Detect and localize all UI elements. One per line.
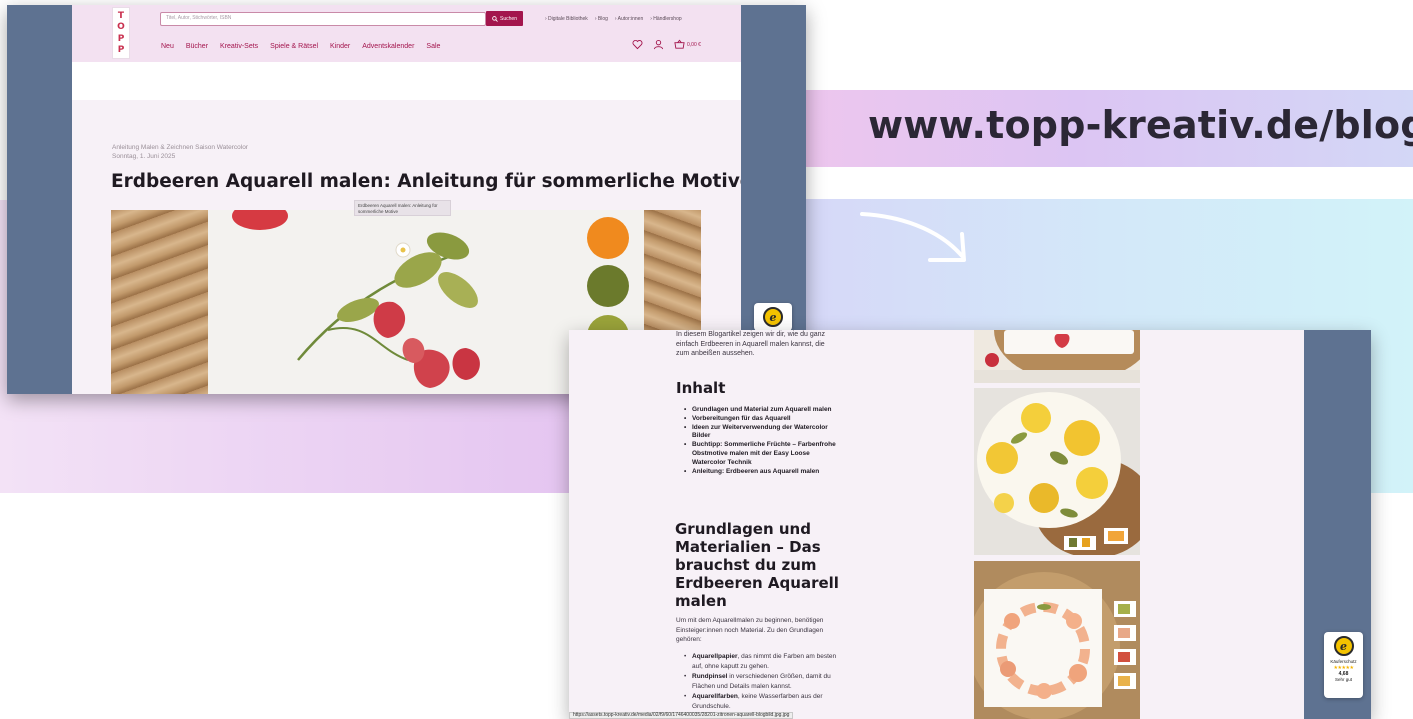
heart-icon[interactable] <box>632 39 643 50</box>
topp-logo[interactable]: T O P P <box>112 7 130 59</box>
material-term: Aquarellpapier <box>692 653 738 660</box>
section-heading: Grundlagen und Materialien – Das brauchs… <box>675 520 839 610</box>
article-image-lemons[interactable] <box>974 388 1140 555</box>
browser-page: In diesem Blogartikel zeigen wir dir, wi… <box>569 330 1304 719</box>
logo-letter: P <box>117 45 125 56</box>
top-link-dealer-shop[interactable]: › Händlershop <box>650 16 681 22</box>
post-date: Sonntag, 1. Juni 2025 <box>112 153 176 160</box>
stage: www.topp-kreativ.de/blog T O P P Titel, … <box>0 0 1413 719</box>
nav-item-spiele[interactable]: Spiele & Rätsel <box>270 43 318 50</box>
search-button-label: Suchen <box>500 15 517 22</box>
material-term: Aquarellfarben <box>692 693 738 700</box>
logo-letter: T <box>117 10 125 21</box>
cart-amount: 0,00 € <box>687 41 701 48</box>
lemon-plate-illustration <box>974 388 1140 555</box>
article-image-peaches[interactable] <box>974 561 1140 719</box>
toc-item[interactable]: Anleitung: Erdbeeren aus Aquarell malen <box>684 468 844 477</box>
trusted-shops-badge[interactable]: e <box>754 303 792 331</box>
header-icons: 0,00 € <box>632 39 701 50</box>
list-item: Rundpinsel in verschiedenen Größen, dami… <box>684 672 844 691</box>
table-of-contents: Grundlagen und Material zum Aquarell mal… <box>684 406 844 476</box>
peach-wreath-illustration <box>974 561 1140 719</box>
nav-item-kreativ-sets[interactable]: Kreativ-Sets <box>220 43 258 50</box>
section-paragraph: Um mit dem Aquarellmalen zu beginnen, be… <box>676 617 824 643</box>
logo-letter: P <box>117 33 125 44</box>
site-header: T O P P Titel, Autor, Stichwörter, ISBN … <box>72 5 741 62</box>
logo-letter: O <box>117 22 125 33</box>
list-item: Aquarellfarben, keine Wasserfarben aus d… <box>684 692 844 711</box>
nav-item-neu[interactable]: Neu <box>161 43 174 50</box>
search-button[interactable]: Suchen <box>486 11 523 26</box>
main-nav: Neu Bücher Kreativ-Sets Spiele & Rätsel … <box>161 43 440 50</box>
header-spacer <box>72 62 741 100</box>
list-item: Aquarellpapier, das nimmt die Farben am … <box>684 652 844 671</box>
top-link-digital-library[interactable]: › Digitale Bibliothek <box>545 16 588 22</box>
search-icon <box>492 15 498 22</box>
nav-item-buecher[interactable]: Bücher <box>186 43 208 50</box>
plate-illustration <box>974 330 1140 383</box>
search-placeholder: Titel, Autor, Stichwörter, ISBN <box>166 15 232 21</box>
toc-item[interactable]: Buchtipp: Sommerliche Früchte – Farbenfr… <box>684 441 844 467</box>
nav-item-sale[interactable]: Sale <box>426 43 440 50</box>
nav-item-kinder[interactable]: Kinder <box>330 43 350 50</box>
top-link-blog[interactable]: › Blog <box>595 16 608 22</box>
top-links: › Digitale Bibliothek › Blog › Autor:inn… <box>545 16 682 22</box>
badge-label: Käuferschutz <box>1330 659 1357 664</box>
browser-status-url: https://assets.topp-kreativ.de/media/02/… <box>569 712 794 719</box>
trusted-shops-icon: e <box>1333 636 1354 656</box>
top-link-authors[interactable]: › Autor:innen <box>615 16 643 22</box>
url-text: www.topp-kreativ.de/blog <box>868 103 1413 147</box>
breadcrumb[interactable]: Anleitung Malen & Zeichnen Saison Waterc… <box>112 144 248 151</box>
toc-heading: Inhalt <box>676 379 726 397</box>
toc-item[interactable]: Grundlagen und Material zum Aquarell mal… <box>684 406 844 415</box>
toc-item[interactable]: Vorbereitungen für das Aquarell <box>684 415 844 424</box>
cart-icon[interactable] <box>674 39 685 50</box>
trusted-shops-rating-badge[interactable]: e Käuferschutz ★★★★★ 4,68 Sehr gut <box>1324 632 1363 698</box>
hand-drawn-arrow-icon <box>860 212 966 262</box>
image-tooltip: Erdbeeren Aquarell malen: Anleitung für … <box>354 200 451 216</box>
toc-item[interactable]: Ideen zur Weiterverwendung der Watercolo… <box>684 424 844 442</box>
basket-texture <box>111 210 208 394</box>
user-icon[interactable] <box>653 39 664 50</box>
screenshot-article-content: In diesem Blogartikel zeigen wir dir, wi… <box>569 330 1371 719</box>
intro-text: In diesem Blogartikel zeigen wir dir, wi… <box>676 331 826 357</box>
search-input[interactable]: Titel, Autor, Stichwörter, ISBN <box>160 12 486 26</box>
page-title: Erdbeeren Aquarell malen: Anleitung für … <box>111 171 741 192</box>
rating-text: Sehr gut <box>1334 677 1352 682</box>
nav-item-adventskalender[interactable]: Adventskalender <box>362 43 414 50</box>
materials-list: Aquarellpapier, das nimmt die Farben am … <box>684 652 844 712</box>
trusted-shops-icon: e <box>763 307 783 327</box>
article-image-top[interactable] <box>974 330 1140 383</box>
material-term: Rundpinsel <box>692 673 728 680</box>
